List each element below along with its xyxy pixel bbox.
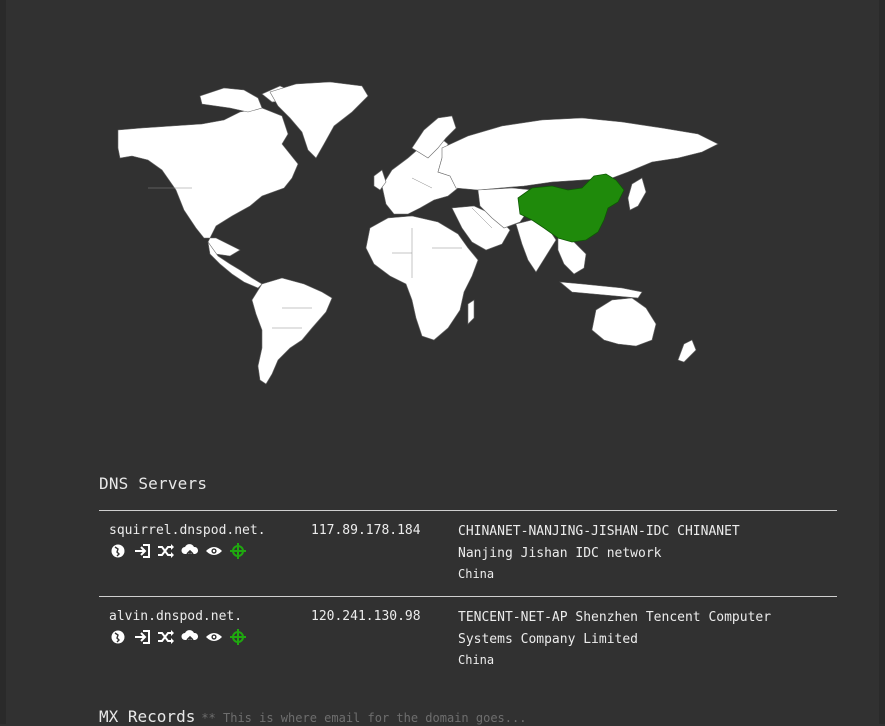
dns-owner-info: TENCENT-NET-AP Shenzhen Tencent Computer… xyxy=(458,607,838,672)
south-america-landmass xyxy=(251,277,333,385)
north-america-landmass xyxy=(117,107,299,257)
left-frame-edge xyxy=(0,0,6,724)
shuffle-icon[interactable] xyxy=(157,543,175,559)
africa-landmass xyxy=(365,215,479,341)
eye-icon[interactable] xyxy=(205,629,223,645)
shuffle-icon[interactable] xyxy=(157,629,175,645)
cloud-upload-icon[interactable] xyxy=(181,543,199,559)
right-frame-edge xyxy=(879,0,885,724)
dns-host: alvin.dnspod.net. xyxy=(109,609,243,624)
row-divider xyxy=(99,596,837,597)
crosshair-icon[interactable] xyxy=(229,543,247,559)
dns-server-row: squirrel.dnspod.net. 117.89.178.184 CHIN… xyxy=(109,523,837,603)
new-zealand xyxy=(677,339,697,363)
owner-country: China xyxy=(458,567,495,581)
cloud-upload-icon[interactable] xyxy=(181,629,199,645)
mx-records-title: MX Records xyxy=(99,707,196,726)
mx-records-note: ** This is where email for the domain go… xyxy=(201,711,527,725)
dns-servers-heading: DNS Servers xyxy=(99,474,208,493)
japan xyxy=(627,177,647,211)
globe-icon[interactable] xyxy=(109,543,127,559)
globe-icon[interactable] xyxy=(109,629,127,645)
login-icon[interactable] xyxy=(133,629,151,645)
owner-country: China xyxy=(458,653,495,667)
dns-host: squirrel.dnspod.net. xyxy=(109,523,266,538)
madagascar xyxy=(467,299,475,325)
section-divider xyxy=(99,510,837,511)
dns-action-icons xyxy=(109,543,247,559)
dns-action-icons xyxy=(109,629,247,645)
greenland-landmass xyxy=(269,81,369,159)
owner-line: Nanjing Jishan IDC network xyxy=(458,545,662,561)
dns-ip-address: 120.241.130.98 xyxy=(311,609,421,624)
mx-records-heading: MX Records ** This is where email for the… xyxy=(99,707,526,726)
russia-landmass xyxy=(437,117,719,191)
owner-line: TENCENT-NET-AP Shenzhen Tencent Computer xyxy=(458,610,772,625)
dns-ip-address: 117.89.178.184 xyxy=(311,523,421,538)
world-map xyxy=(117,81,719,385)
indonesia-islands xyxy=(559,281,643,299)
dns-server-row: alvin.dnspod.net. 120.241.130.98 TENCENT… xyxy=(109,609,837,689)
login-icon[interactable] xyxy=(133,543,151,559)
dns-owner-info: CHINANET-NANJING-JISHAN-IDC CHINANET Nan… xyxy=(458,521,838,586)
australia-landmass xyxy=(591,297,657,347)
eye-icon[interactable] xyxy=(205,543,223,559)
southeast-asia xyxy=(557,237,587,275)
crosshair-icon[interactable] xyxy=(229,629,247,645)
owner-line: CHINANET-NANJING-JISHAN-IDC CHINANET xyxy=(458,524,740,539)
owner-line: Systems Company Limited xyxy=(458,631,639,647)
